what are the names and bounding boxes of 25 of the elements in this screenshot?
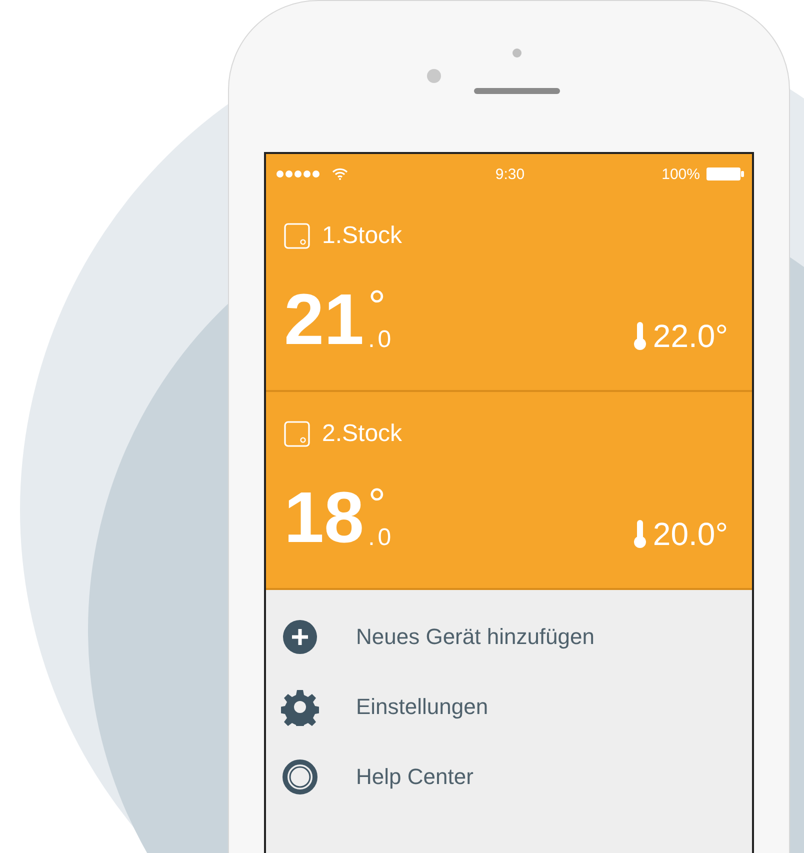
thermostat-icon <box>284 223 310 249</box>
thermometer-icon <box>632 519 647 549</box>
degree-sign: ° <box>368 290 386 324</box>
battery-icon <box>706 167 744 181</box>
room-name: 2.Stock <box>322 420 402 448</box>
current-temperature: 18 <box>284 486 364 550</box>
degree-sign: ° <box>368 488 386 522</box>
target-temperature: 22.0° <box>652 320 728 352</box>
menu-item[interactable]: Einstellungen <box>356 694 488 720</box>
menu-item[interactable]: Help Center <box>356 764 474 790</box>
lifebuoy-icon <box>282 759 318 795</box>
current-temperature: 21 <box>284 288 364 352</box>
plus-circle-icon <box>283 620 317 654</box>
status-time: 9:30 <box>495 166 525 182</box>
front-camera-icon <box>426 68 442 84</box>
battery-percent: 100% <box>662 166 700 182</box>
target-temperature: 20.0° <box>652 518 728 550</box>
temperature-decimal: .0 <box>368 328 394 352</box>
temperature-decimal: .0 <box>368 526 394 550</box>
thermostat-icon <box>284 421 310 447</box>
settings-icon <box>281 688 319 726</box>
thermometer-icon <box>632 321 647 351</box>
wifi-icon <box>332 168 348 180</box>
menu-item[interactable]: Neues Gerät hinzufügen <box>356 624 594 650</box>
room-name: 1.Stock <box>322 222 402 250</box>
